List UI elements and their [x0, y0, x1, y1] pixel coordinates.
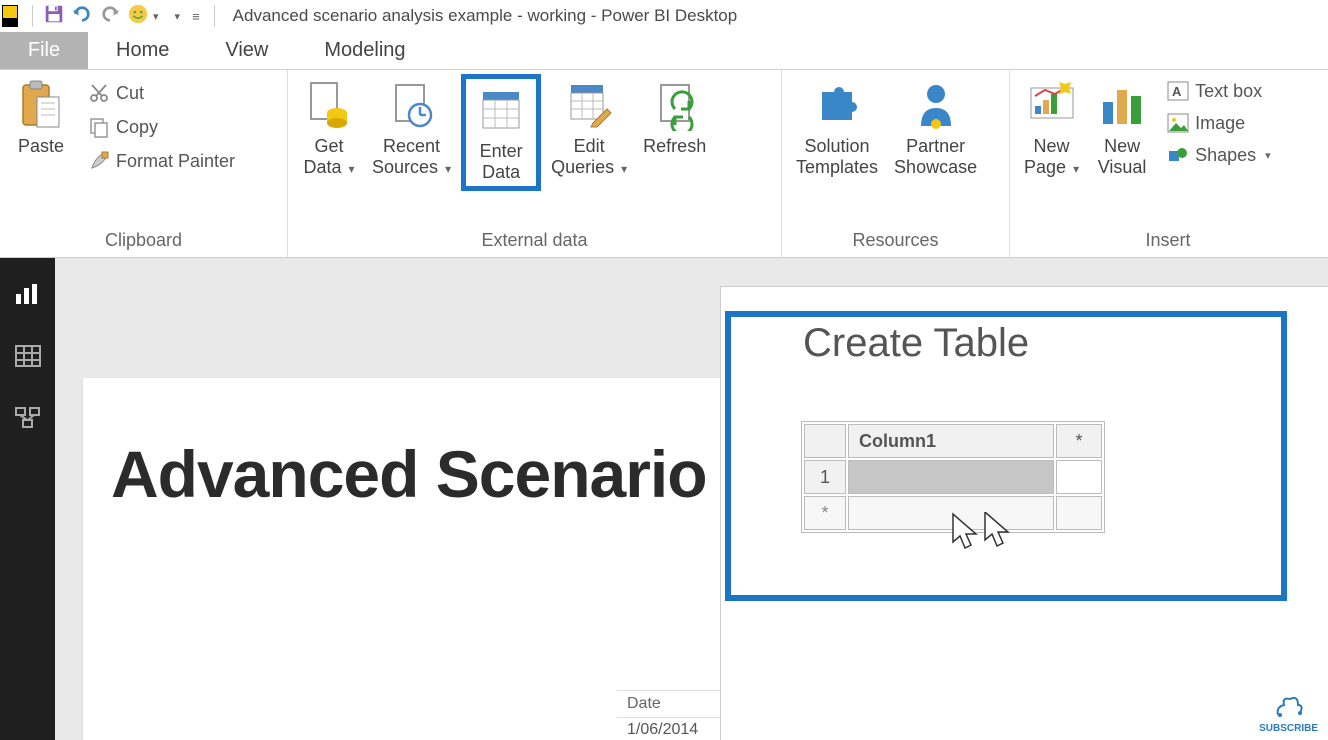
tab-file[interactable]: File: [0, 32, 88, 69]
tab-view[interactable]: View: [197, 32, 296, 69]
new-page-icon: [1025, 78, 1079, 132]
active-cell[interactable]: [848, 460, 1054, 494]
cut-button[interactable]: Cut: [82, 80, 241, 106]
paintbrush-icon: [88, 150, 110, 172]
shapes-icon: [1167, 144, 1189, 166]
refresh-icon: [648, 78, 702, 132]
partner-showcase-button[interactable]: Partner Showcase: [886, 74, 985, 181]
ribbon-group-clipboard: Paste Cut Copy Format Painter Clipboard: [0, 70, 288, 257]
image-icon: [1167, 112, 1189, 134]
grid-corner: [804, 424, 846, 458]
row-header: 1: [804, 460, 846, 494]
ribbon-group-insert: New Page New Visual A Text box Image Sha…: [1010, 70, 1326, 257]
quick-access-toolbar: ▾ ▾ ≡: [43, 3, 206, 30]
paste-icon: [14, 78, 68, 132]
text-box-button[interactable]: A Text box: [1161, 78, 1277, 104]
enter-data-button[interactable]: Enter Data: [461, 74, 541, 191]
title-bar: ▾ ▾ ≡ Advanced scenario analysis example…: [0, 0, 1328, 32]
create-table-grid[interactable]: Column1 * 1 *: [801, 421, 1105, 533]
column-header[interactable]: Column1: [848, 424, 1054, 458]
report-page[interactable]: Advanced Scenario Date 1/06/2014 2/06/20…: [83, 378, 733, 740]
svg-text:A: A: [1172, 84, 1182, 99]
puzzle-icon: [810, 78, 864, 132]
model-view-icon[interactable]: [12, 404, 44, 432]
ribbon-group-resources: Solution Templates Partner Showcase Reso…: [782, 70, 1010, 257]
window-title: Advanced scenario analysis example - wor…: [233, 6, 738, 26]
subscribe-watermark: SUBSCRIBE: [1259, 693, 1318, 734]
save-icon[interactable]: [43, 3, 65, 30]
get-data-icon: [302, 78, 356, 132]
date-column-header: Date: [617, 691, 733, 718]
recent-sources-icon: [385, 78, 439, 132]
dialog-title: Create Table: [721, 287, 1328, 366]
solution-templates-button[interactable]: Solution Templates: [788, 74, 886, 181]
view-rail: [0, 258, 55, 740]
qat-customize-icon[interactable]: ▾: [175, 10, 181, 23]
cell[interactable]: [848, 496, 1054, 530]
refresh-button[interactable]: Refresh: [635, 74, 714, 161]
ribbon-group-external-data: Get Data Recent Sources Enter Data Edit …: [288, 70, 782, 257]
qat-overflow-icon[interactable]: ≡: [192, 9, 200, 24]
report-view-icon[interactable]: [12, 280, 44, 308]
canvas-area: Advanced Scenario Date 1/06/2014 2/06/20…: [55, 258, 1328, 740]
edit-queries-icon: [562, 78, 616, 132]
new-visual-icon: [1095, 78, 1149, 132]
tab-home[interactable]: Home: [88, 32, 197, 69]
workspace: Advanced Scenario Date 1/06/2014 2/06/20…: [0, 258, 1328, 740]
new-visual-button[interactable]: New Visual: [1087, 74, 1157, 181]
text-box-icon: A: [1167, 80, 1189, 102]
date-row: 1/06/2014: [617, 718, 733, 740]
image-button[interactable]: Image: [1161, 110, 1277, 136]
date-table-visual[interactable]: Date 1/06/2014 2/06/2014: [617, 690, 733, 740]
cell[interactable]: [1056, 496, 1102, 530]
copy-icon: [88, 116, 110, 138]
report-heading: Advanced Scenario: [83, 378, 733, 512]
data-view-icon[interactable]: [12, 342, 44, 370]
undo-icon[interactable]: [71, 5, 93, 28]
new-page-button[interactable]: New Page: [1016, 74, 1087, 181]
shapes-button[interactable]: Shapes▾: [1161, 142, 1277, 168]
get-data-button[interactable]: Get Data: [294, 74, 364, 181]
app-logo-icon: [2, 5, 18, 27]
add-column-star[interactable]: *: [1056, 424, 1102, 458]
person-icon: [909, 78, 963, 132]
enter-data-icon: [474, 83, 528, 137]
redo-icon[interactable]: [99, 5, 121, 28]
edit-queries-button[interactable]: Edit Queries: [543, 74, 635, 181]
ribbon: Paste Cut Copy Format Painter Clipboard: [0, 70, 1328, 258]
feedback-smile-icon[interactable]: [127, 3, 149, 30]
copy-button[interactable]: Copy: [82, 114, 241, 140]
cell[interactable]: [1056, 460, 1102, 494]
add-row-star[interactable]: *: [804, 496, 846, 530]
tab-modeling[interactable]: Modeling: [296, 32, 433, 69]
format-painter-button[interactable]: Format Painter: [82, 148, 241, 174]
recent-sources-button[interactable]: Recent Sources: [364, 74, 459, 181]
paste-button[interactable]: Paste: [6, 74, 76, 161]
scissors-icon: [88, 82, 110, 104]
ribbon-tabs: File Home View Modeling: [0, 32, 1328, 70]
feedback-dropdown-icon[interactable]: ▾: [153, 10, 159, 23]
